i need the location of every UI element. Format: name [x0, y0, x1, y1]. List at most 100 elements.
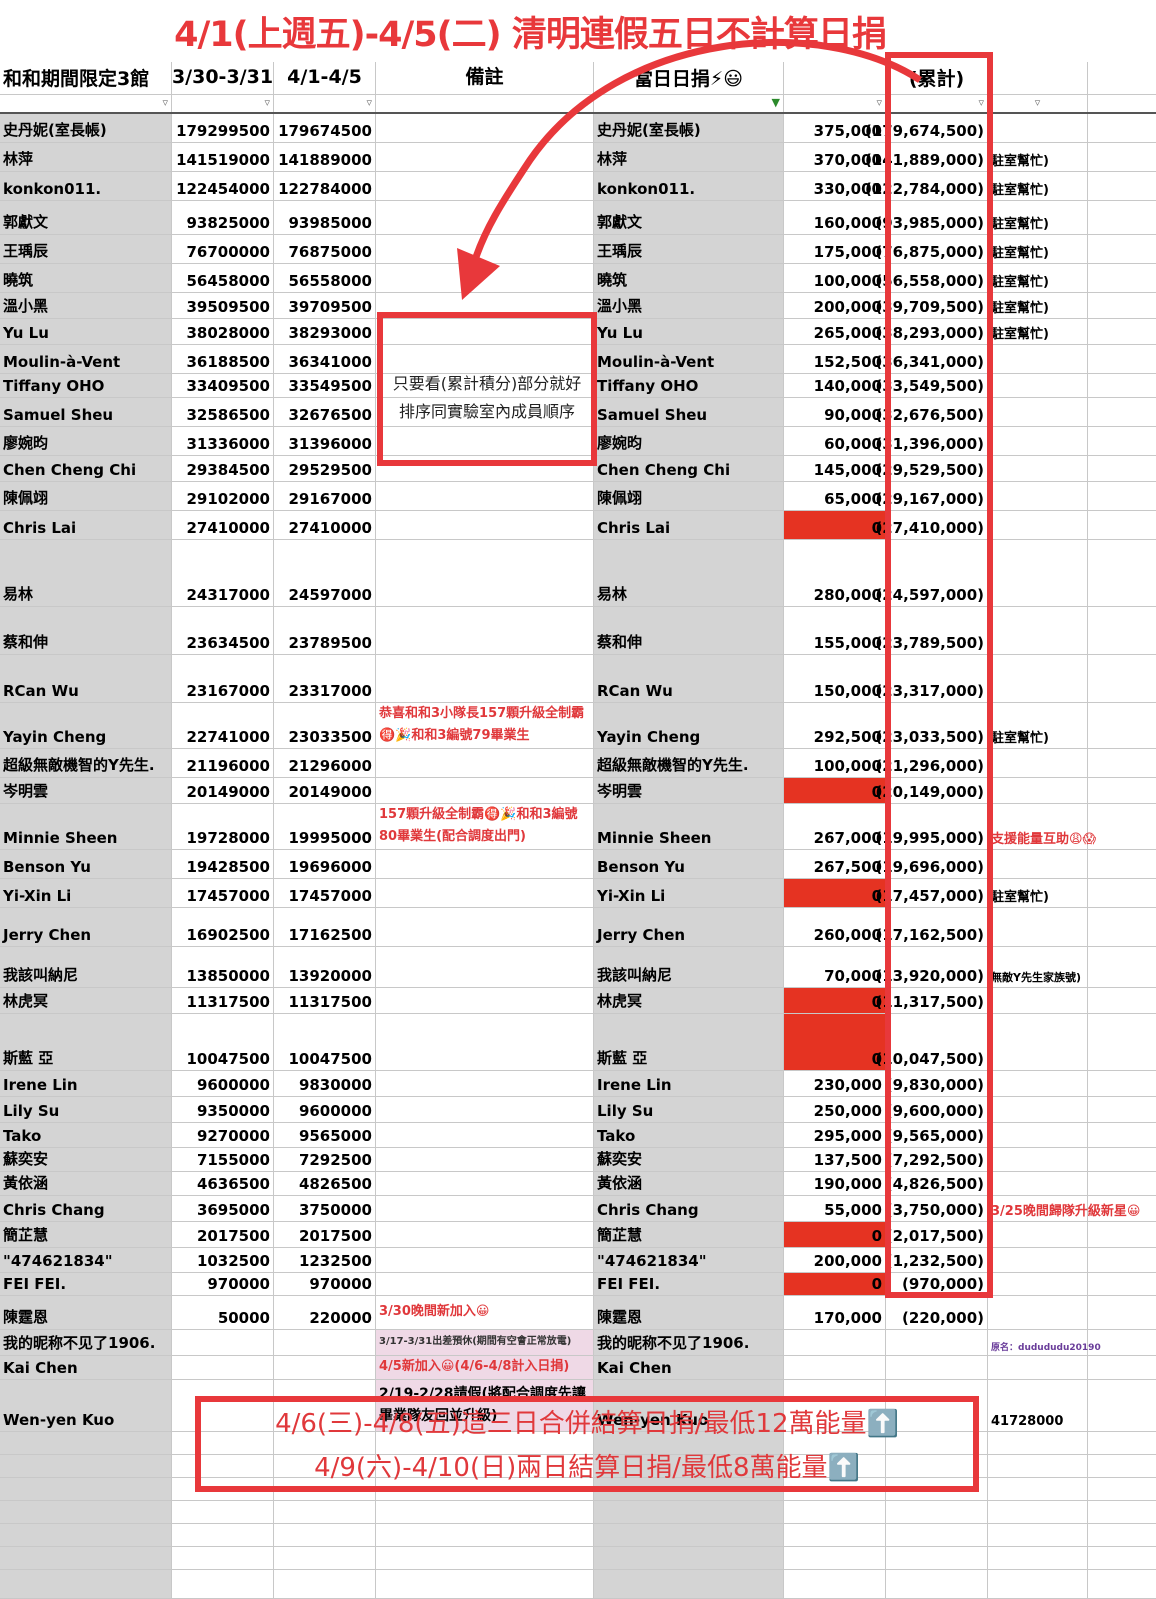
name-cell[interactable]: RCan Wu — [0, 655, 172, 702]
value-330-cell[interactable]: 32586500 — [172, 398, 274, 426]
empty-cell[interactable] — [784, 1524, 886, 1546]
extra-cell[interactable] — [988, 1248, 1088, 1272]
value-330-cell[interactable]: 2017500 — [172, 1222, 274, 1247]
note-cell[interactable] — [376, 1071, 594, 1096]
extra-cell[interactable] — [988, 456, 1088, 481]
empty-cell[interactable] — [376, 1501, 594, 1523]
daily-cell[interactable]: 280,000 — [784, 540, 886, 606]
extra-cell[interactable] — [988, 1273, 1088, 1295]
empty-cell[interactable] — [784, 1570, 886, 1598]
value-41-cell[interactable]: 17457000 — [274, 879, 376, 907]
name-cell[interactable]: 超級無敵機智的Y先生. — [0, 749, 172, 777]
name-cell[interactable]: 陳佩翊 — [0, 482, 172, 510]
note-cell[interactable] — [376, 1196, 594, 1221]
name2-cell[interactable]: 我的昵称不见了1906. — [594, 1330, 784, 1355]
value-41-cell[interactable] — [274, 1330, 376, 1355]
value-330-cell[interactable]: 20149000 — [172, 778, 274, 803]
empty-cell[interactable] — [172, 1501, 274, 1523]
value-41-cell[interactable]: 2017500 — [274, 1222, 376, 1247]
name-cell[interactable]: Wen-yen Kuo — [0, 1380, 172, 1431]
daily-cell[interactable]: 137,500 — [784, 1148, 886, 1171]
note-cell[interactable] — [376, 1123, 594, 1147]
name2-cell[interactable]: FEI FEI. — [594, 1273, 784, 1295]
value-330-cell[interactable]: 50000 — [172, 1296, 274, 1329]
empty-cell[interactable] — [1088, 1478, 1156, 1500]
value-330-cell[interactable]: 3695000 — [172, 1196, 274, 1221]
name-cell[interactable]: Minnie Sheen — [0, 804, 172, 849]
note-cell[interactable] — [376, 1273, 594, 1295]
blank-cell[interactable] — [1088, 1014, 1156, 1070]
blank-cell[interactable] — [1088, 1273, 1156, 1295]
extra-cell[interactable]: 無敵Y先生家族號) — [988, 947, 1088, 987]
name-cell[interactable]: FEI FEI. — [0, 1273, 172, 1295]
extra-cell[interactable]: 支援能量互助😩😱 — [988, 804, 1096, 849]
name2-cell[interactable]: Tiffany OHO — [594, 374, 784, 397]
name-cell[interactable]: 廖婉昀 — [0, 427, 172, 455]
daily-cell[interactable]: 0 — [784, 1222, 886, 1247]
blank-cell[interactable] — [1088, 482, 1156, 510]
extra-cell[interactable] — [988, 988, 1088, 1013]
blank-cell[interactable] — [1088, 988, 1156, 1013]
name-cell[interactable]: 岑明雲 — [0, 778, 172, 803]
value-330-cell[interactable]: 13850000 — [172, 947, 274, 987]
name-cell[interactable]: Kai Chen — [0, 1356, 172, 1379]
name2-cell[interactable]: 蔡和伸 — [594, 607, 784, 654]
daily-cell[interactable]: 60,000 — [784, 427, 886, 455]
empty-cell[interactable] — [376, 1570, 594, 1598]
note-cell[interactable] — [376, 482, 594, 510]
daily-cell[interactable]: 55,000 — [784, 1196, 886, 1221]
daily-cell[interactable]: 152,500 — [784, 345, 886, 373]
name2-cell[interactable]: 陳霆恩 — [594, 1296, 784, 1329]
note-cell[interactable] — [376, 540, 594, 606]
name-cell[interactable]: Benson Yu — [0, 850, 172, 878]
empty-cell[interactable] — [784, 1547, 886, 1569]
name2-cell[interactable]: 斯藍 亞 — [594, 1014, 784, 1070]
empty-cell[interactable] — [172, 1524, 274, 1546]
blank-cell[interactable] — [1088, 540, 1156, 606]
extra-cell[interactable] — [988, 908, 1088, 946]
value-41-cell[interactable]: 11317500 — [274, 988, 376, 1013]
note-cell[interactable]: 157顆升級全制霸🉐🎉和和3編號80畢業生(配合調度出門) — [376, 804, 594, 849]
extra-cell[interactable] — [988, 345, 1088, 373]
name2-cell[interactable]: Moulin-à-Vent — [594, 345, 784, 373]
empty-cell[interactable] — [376, 1547, 594, 1569]
value-330-cell[interactable]: 1032500 — [172, 1248, 274, 1272]
empty-cell[interactable] — [988, 1455, 1088, 1477]
blank-cell[interactable] — [1088, 778, 1156, 803]
empty-cell[interactable] — [0, 1478, 172, 1500]
value-41-cell[interactable]: 970000 — [274, 1273, 376, 1295]
value-41-cell[interactable]: 9565000 — [274, 1123, 376, 1147]
extra-cell[interactable] — [988, 607, 1088, 654]
value-41-cell[interactable]: 220000 — [274, 1296, 376, 1329]
value-41-cell[interactable]: 23033500 — [274, 703, 376, 748]
blank-cell[interactable] — [1088, 804, 1156, 849]
empty-cell[interactable] — [274, 1570, 376, 1598]
value-41-cell[interactable] — [274, 1356, 376, 1379]
value-330-cell[interactable] — [172, 1356, 274, 1379]
daily-cell[interactable]: 200,000 — [784, 1248, 886, 1272]
extra-cell[interactable] — [988, 1296, 1088, 1329]
total-cell[interactable]: (220,000) — [886, 1296, 988, 1329]
value-41-cell[interactable]: 19696000 — [274, 850, 376, 878]
value-330-cell[interactable]: 22741000 — [172, 703, 274, 748]
extra-cell[interactable] — [988, 427, 1088, 455]
daily-cell[interactable]: 0 — [784, 778, 886, 803]
note-cell[interactable] — [376, 1148, 594, 1171]
daily-cell[interactable]: 170,000 — [784, 1296, 886, 1329]
daily-cell[interactable]: 295,000 — [784, 1123, 886, 1147]
empty-cell[interactable] — [274, 1501, 376, 1523]
blank-cell[interactable] — [1088, 511, 1156, 539]
extra-cell[interactable] — [988, 482, 1088, 510]
value-330-cell[interactable]: 4636500 — [172, 1172, 274, 1195]
daily-cell[interactable]: 250,000 — [784, 1097, 886, 1122]
name2-cell[interactable]: Chris Chang — [594, 1196, 784, 1221]
empty-cell[interactable] — [0, 1547, 172, 1569]
name-cell[interactable]: 陳霆恩 — [0, 1296, 172, 1329]
extra-cell[interactable] — [988, 1071, 1088, 1096]
daily-cell[interactable]: 190,000 — [784, 1172, 886, 1195]
value-330-cell[interactable]: 10047500 — [172, 1014, 274, 1070]
name2-cell[interactable]: 林虎冥 — [594, 988, 784, 1013]
empty-cell[interactable] — [988, 1547, 1088, 1569]
extra-cell[interactable] — [988, 778, 1088, 803]
note-cell[interactable] — [376, 1097, 594, 1122]
